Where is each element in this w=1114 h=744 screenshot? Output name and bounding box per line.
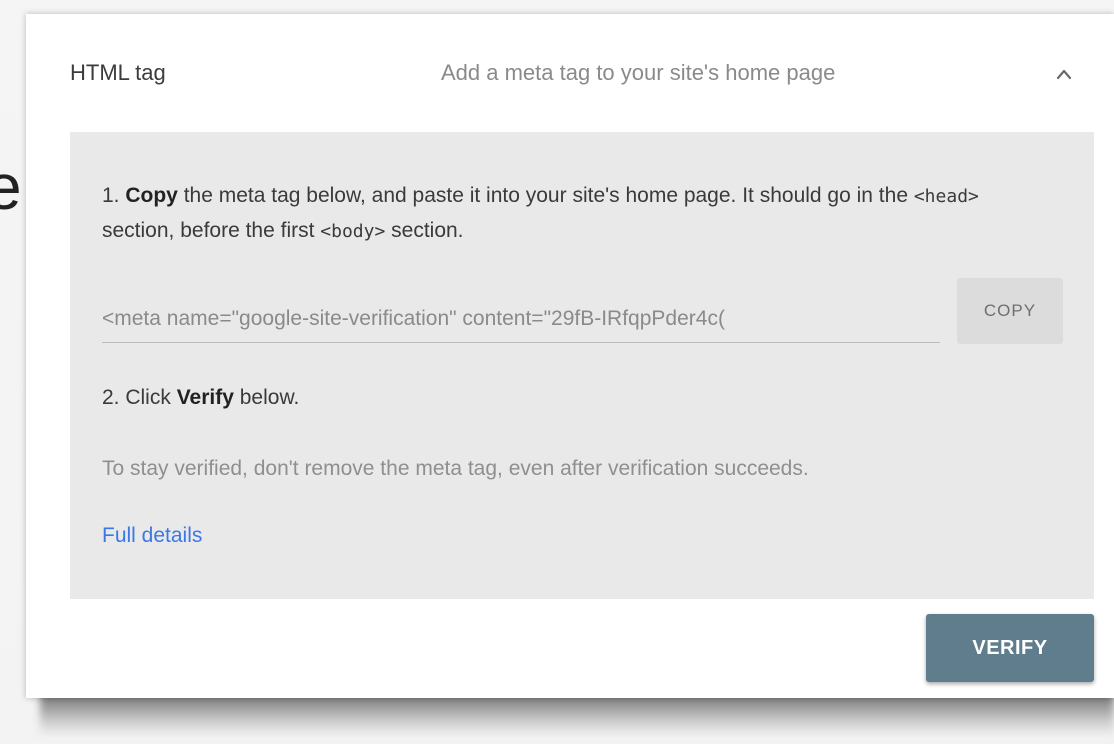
stay-verified-note: To stay verified, don't remove the meta … [102, 457, 809, 480]
copy-button[interactable]: COPY [957, 278, 1063, 344]
meta-tag-field[interactable]: <meta name="google-site-verification" co… [102, 296, 940, 343]
step-2-verify-emphasis: Verify [176, 386, 234, 409]
step-1-text: 1. Copy the meta tag below, and paste it… [102, 179, 1042, 249]
step-1-number: 1. [102, 184, 126, 207]
step-2-prefix: 2. Click [102, 386, 177, 409]
step-2-suffix: below. [233, 386, 300, 409]
step-2-text: 2. Click Verify below. [102, 386, 299, 410]
step-1-text-b: section, before the first [102, 219, 321, 242]
background-page-text: e [0, 151, 22, 223]
verify-button[interactable]: VERIFY [926, 614, 1094, 682]
full-details-link[interactable]: Full details [102, 524, 202, 548]
chevron-up-icon-glyph [1056, 69, 1072, 80]
instructions-panel: 1. Copy the meta tag below, and paste it… [70, 132, 1094, 599]
body-tag-code: <body> [320, 221, 386, 242]
head-tag-code: <head> [913, 186, 979, 207]
step-1-text-c: section. [385, 219, 464, 242]
method-description: Add a meta tag to your site's home page [441, 60, 836, 85]
step-1-copy-emphasis: Copy [125, 184, 178, 207]
screenshot-stage: e HTML tag Add a meta tag to your site's… [0, 0, 1114, 744]
method-title: HTML tag [70, 60, 166, 85]
step-1-text-a: the meta tag below, and paste it into yo… [177, 184, 914, 207]
card-header[interactable]: HTML tag Add a meta tag to your site's h… [26, 14, 1114, 132]
chevron-up-icon[interactable] [1050, 60, 1078, 88]
verification-method-card: HTML tag Add a meta tag to your site's h… [26, 14, 1114, 698]
